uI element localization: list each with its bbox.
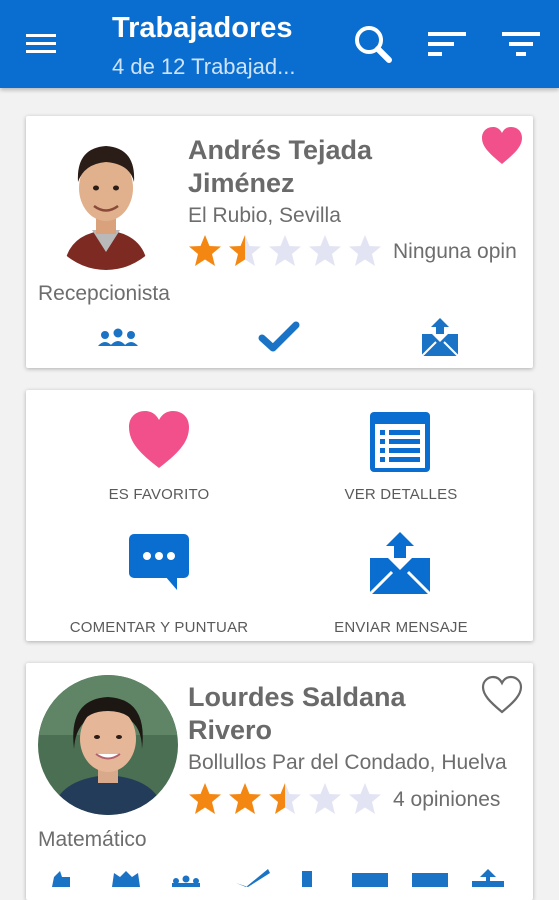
details-list-icon <box>368 410 432 474</box>
page-title: Trabajadores <box>112 12 293 44</box>
worker-job: Recepcionista <box>38 282 170 305</box>
star-rating <box>188 782 382 816</box>
filter-icon[interactable] <box>498 22 544 66</box>
group-icon[interactable] <box>96 324 140 352</box>
favorite-heart-icon[interactable] <box>480 126 524 166</box>
page-subtitle: 4 de 12 Trabajad... <box>112 54 296 79</box>
worker-location: El Rubio, Sevilla <box>188 204 341 227</box>
star-icon <box>189 235 221 266</box>
star-icon <box>349 783 381 814</box>
worker-card[interactable]: Lourdes Saldana Rivero Bollullos Par del… <box>26 663 533 900</box>
comment-action[interactable]: COMENTAR Y PUNTUAR <box>34 524 284 639</box>
favorite-heart-outline-icon[interactable] <box>480 675 524 715</box>
heart-icon <box>127 410 191 470</box>
details-action[interactable]: VER DETALLES <box>276 404 526 519</box>
star-icon <box>269 235 301 266</box>
quick-actions-card: ES FAVORITO VER DETALLES COMENTAR Y PUNT… <box>26 390 533 641</box>
send-message-icon[interactable] <box>420 316 460 358</box>
avatar <box>38 675 178 815</box>
worker-name: Andrés Tejada Jiménez <box>188 135 373 198</box>
app-bar: Trabajadores 4 de 12 Trabajad... <box>0 0 559 88</box>
avatar <box>44 130 168 270</box>
worker-name: Lourdes Saldana Rivero <box>188 682 406 745</box>
message-action[interactable]: ENVIAR MENSAJE <box>276 524 526 639</box>
star-icon <box>269 783 301 814</box>
message-action-label: ENVIAR MENSAJE <box>334 619 468 636</box>
sort-icon[interactable] <box>424 22 470 66</box>
rating-count: Ninguna opin <box>393 240 517 263</box>
star-icon <box>349 235 381 266</box>
worker-card[interactable]: Andrés Tejada Jiménez El Rubio, Sevilla … <box>26 116 533 368</box>
comment-action-label: COMENTAR Y PUNTUAR <box>69 619 249 636</box>
favorite-action-label: ES FAVORITO <box>108 486 210 503</box>
rating-count: 4 opiniones <box>393 788 501 811</box>
star-icon <box>229 235 261 266</box>
details-action-label: VER DETALLES <box>344 486 458 503</box>
star-icon <box>229 783 261 814</box>
star-icon <box>309 235 341 266</box>
check-icon[interactable] <box>258 320 300 354</box>
star-rating <box>188 234 382 268</box>
favorite-action[interactable]: ES FAVORITO <box>34 404 284 519</box>
star-icon <box>309 783 341 814</box>
action-icon-row <box>40 867 533 887</box>
worker-location: Bollullos Par del Condado, Huelva <box>188 751 507 774</box>
comment-bubble-icon <box>127 532 191 594</box>
worker-job: Matemático <box>38 828 147 851</box>
star-icon <box>189 783 221 814</box>
menu-icon[interactable] <box>20 26 66 62</box>
send-mail-icon <box>368 530 432 596</box>
search-icon[interactable] <box>348 20 396 68</box>
